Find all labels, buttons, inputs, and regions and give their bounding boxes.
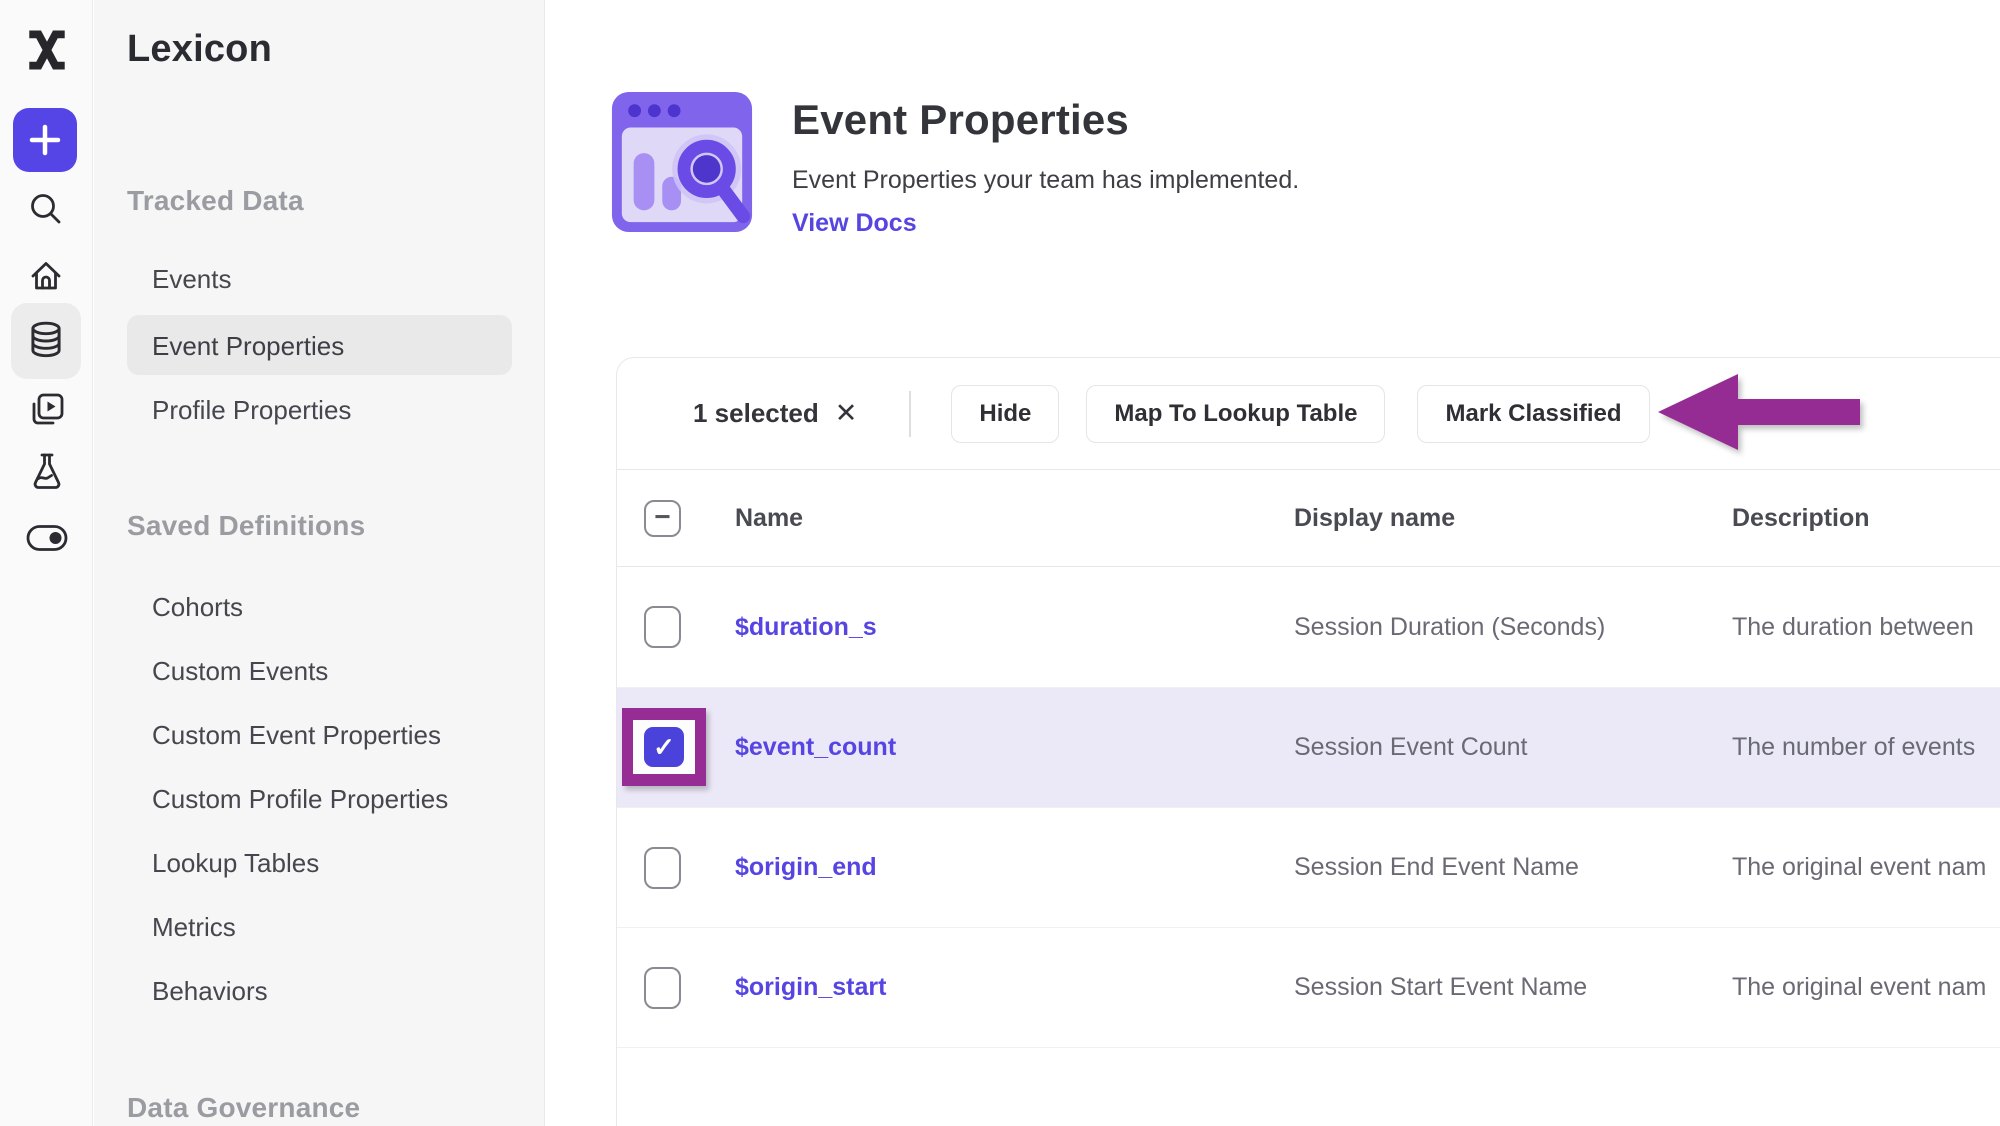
- event-properties-table-card: 1 selected ✕ Hide Map To Lookup Table Ma…: [616, 357, 2000, 1126]
- selected-count: 1 selected: [693, 398, 819, 429]
- table-row: $origin_start Session Start Event Name T…: [617, 927, 2000, 1047]
- sidebar-title: Lexicon: [127, 28, 272, 71]
- row-checkbox[interactable]: [644, 847, 681, 889]
- sidebar-item-custom-events[interactable]: Custom Events: [152, 656, 328, 687]
- plus-icon: [25, 120, 65, 160]
- sidebar-item-custom-event-properties[interactable]: Custom Event Properties: [152, 720, 441, 751]
- toggle-icon: [25, 522, 69, 554]
- row-checkbox-checked[interactable]: ✓: [644, 727, 684, 767]
- hide-button[interactable]: Hide: [951, 385, 1059, 443]
- column-header-name: Name: [735, 504, 1294, 533]
- property-description: The number of events: [1732, 733, 2000, 762]
- property-name-link[interactable]: $origin_end: [735, 853, 1294, 882]
- property-name-link[interactable]: $event_count: [735, 733, 1294, 762]
- rail-flags-button[interactable]: [25, 522, 69, 554]
- view-docs-link[interactable]: View Docs: [792, 209, 917, 238]
- property-display-name: Session Start Event Name: [1294, 973, 1732, 1002]
- sidebar-item-profile-properties[interactable]: Profile Properties: [152, 395, 351, 426]
- property-description: The original event nam: [1732, 853, 2000, 882]
- icon-rail: [0, 0, 93, 1126]
- selection-summary: 1 selected ✕: [693, 398, 857, 429]
- search-icon: [27, 190, 65, 228]
- database-icon: [25, 319, 67, 363]
- table-row: $duration_s Session Duration (Seconds) T…: [617, 567, 2000, 687]
- section-tracked-data: Tracked Data: [127, 185, 304, 217]
- indeterminate-minus-icon: −: [654, 503, 670, 531]
- table-row-empty: [617, 1047, 2000, 1126]
- map-to-lookup-table-button[interactable]: Map To Lookup Table: [1086, 385, 1385, 443]
- rail-lexicon-button[interactable]: [11, 303, 81, 379]
- annotation-checkbox-highlight: ✓: [622, 708, 706, 786]
- property-description: The duration between: [1732, 613, 2000, 642]
- flask-icon: [26, 450, 68, 494]
- home-icon: [26, 256, 66, 296]
- page-subtitle: Event Properties your team has implement…: [792, 166, 1299, 195]
- sidebar-item-behaviors[interactable]: Behaviors: [152, 976, 268, 1007]
- page-header: Event Properties Event Properties your t…: [608, 88, 1299, 238]
- sidebar-item-label: Event Properties: [152, 331, 344, 362]
- property-name-link[interactable]: $duration_s: [735, 613, 1294, 642]
- select-all-checkbox[interactable]: −: [644, 500, 681, 537]
- selection-toolbar: 1 selected ✕ Hide Map To Lookup Table Ma…: [617, 358, 2000, 470]
- rail-boards-button[interactable]: [26, 390, 68, 432]
- sidebar: Lexicon Tracked Data Events Event Proper…: [94, 0, 545, 1126]
- column-header-description: Description: [1732, 504, 2000, 533]
- property-display-name: Session End Event Name: [1294, 853, 1732, 882]
- annotation-checkbox-inner: ✓: [633, 720, 695, 774]
- property-display-name: Session Duration (Seconds): [1294, 613, 1732, 642]
- mixpanel-logo-icon: [22, 25, 72, 75]
- mark-classified-button[interactable]: Mark Classified: [1417, 385, 1649, 443]
- mixpanel-logo[interactable]: [22, 24, 72, 76]
- rail-home-button[interactable]: [26, 256, 66, 296]
- toolbar-divider: [909, 391, 911, 437]
- property-description: The original event nam: [1732, 973, 2000, 1002]
- column-header-display-name: Display name: [1294, 504, 1732, 533]
- sidebar-item-event-properties[interactable]: Event Properties: [127, 315, 512, 375]
- boards-icon: [26, 390, 68, 432]
- sidebar-item-cohorts[interactable]: Cohorts: [152, 592, 243, 623]
- table-row-selected: $event_count Session Event Count The num…: [617, 687, 2000, 807]
- sidebar-item-custom-profile-properties[interactable]: Custom Profile Properties: [152, 784, 448, 815]
- table-header-row: − Name Display name Description: [617, 470, 2000, 567]
- row-checkbox[interactable]: [644, 606, 681, 648]
- event-properties-illustration-icon: [608, 88, 756, 236]
- table-row: $origin_end Session End Event Name The o…: [617, 807, 2000, 927]
- create-button[interactable]: [13, 108, 77, 172]
- section-data-governance: Data Governance: [127, 1092, 360, 1124]
- rail-search-button[interactable]: [27, 190, 65, 228]
- row-checkbox[interactable]: [644, 967, 681, 1009]
- sidebar-item-metrics[interactable]: Metrics: [152, 912, 236, 943]
- clear-selection-close-icon[interactable]: ✕: [835, 400, 858, 427]
- page-title: Event Properties: [792, 96, 1299, 144]
- property-name-link[interactable]: $origin_start: [735, 973, 1294, 1002]
- section-saved-definitions: Saved Definitions: [127, 510, 365, 542]
- main-content: Event Properties Event Properties your t…: [546, 0, 2000, 1126]
- property-display-name: Session Event Count: [1294, 733, 1732, 762]
- sidebar-item-lookup-tables[interactable]: Lookup Tables: [152, 848, 319, 879]
- sidebar-item-events[interactable]: Events: [152, 264, 232, 295]
- check-icon: ✓: [653, 734, 675, 760]
- rail-experiments-button[interactable]: [26, 450, 68, 494]
